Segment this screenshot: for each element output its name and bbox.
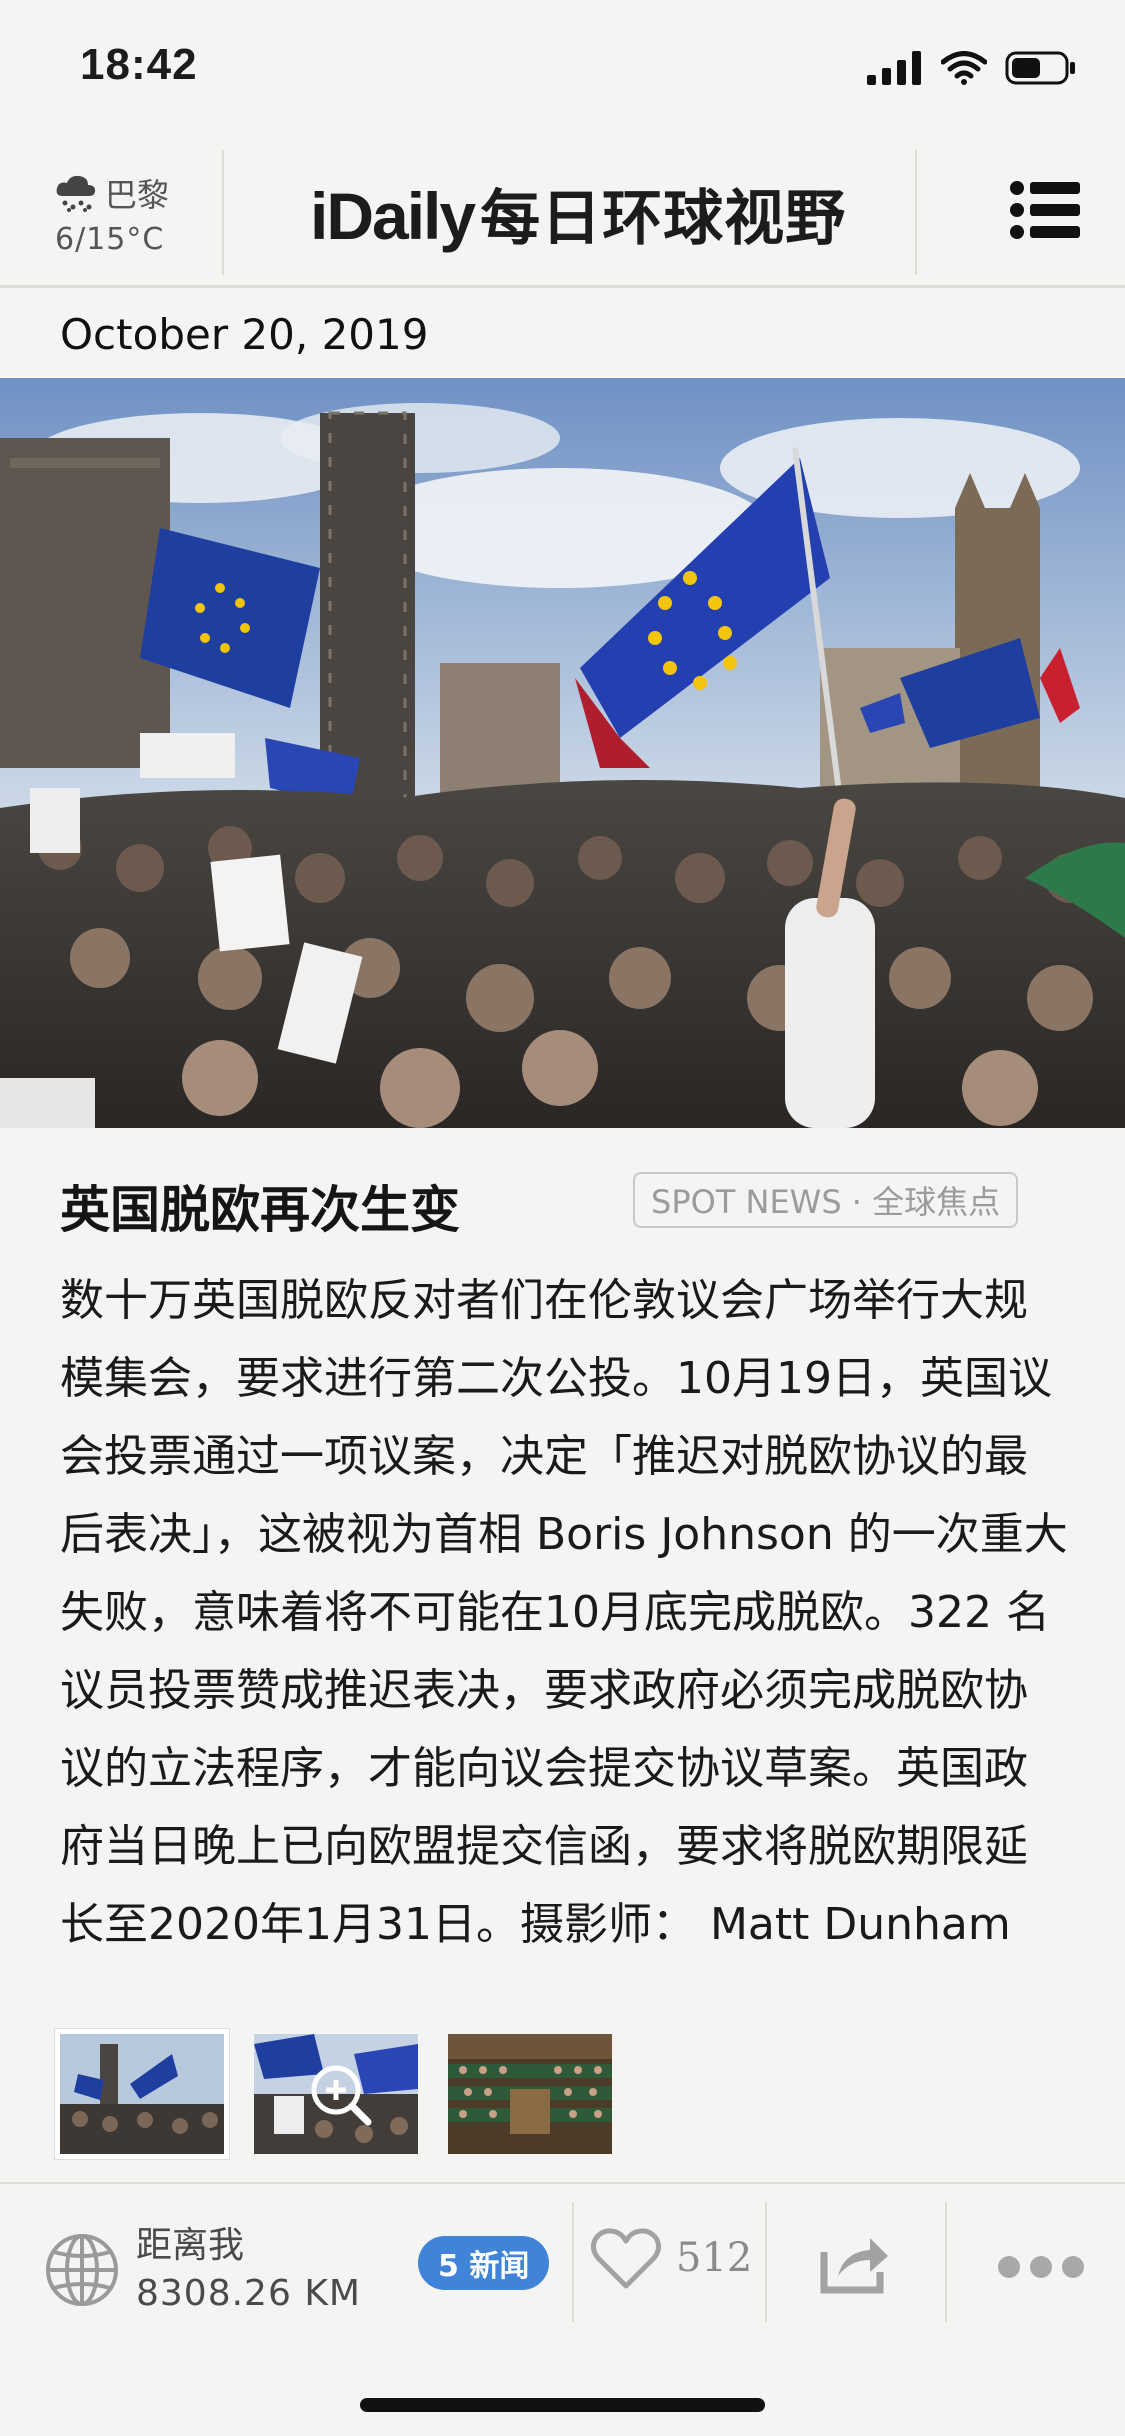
toolbar-divider-1: [572, 2202, 574, 2322]
article-title: 英国脱欧再次生变: [60, 1181, 460, 1239]
app-header: 巴黎 6/15°C iDaily 每日环球视野: [0, 140, 1125, 288]
thumb-parliament-chamber[interactable]: [448, 2034, 612, 2154]
status-time: 18:42: [80, 40, 198, 89]
hero-photo[interactable]: [0, 378, 1125, 1128]
status-icons: [867, 50, 1077, 86]
news-count-badge[interactable]: 5 新闻: [418, 2236, 550, 2290]
weather-city: 巴黎: [105, 176, 170, 214]
globe-icon: [46, 2234, 118, 2306]
distance-value: 8308.26 KM: [136, 2273, 361, 2314]
category-tag[interactable]: SPOT NEWS · 全球焦点: [633, 1172, 1019, 1228]
menu-button[interactable]: [1010, 180, 1080, 240]
weather-temperature: 6/15°C: [55, 222, 165, 257]
toolbar-divider-2: [765, 2202, 767, 2322]
article-body: 数十万英国脱欧反对者们在伦敦议会广场举行大规模集会，要求进行第二次公投。10月1…: [60, 1275, 1068, 1950]
wifi-icon: [941, 51, 987, 85]
like-button[interactable]: 512: [590, 2226, 752, 2290]
more-button[interactable]: [998, 2256, 1084, 2278]
snow-cloud-icon: [56, 175, 96, 212]
header-divider-left: [222, 150, 224, 275]
thumb-eu-flags-zoom[interactable]: [254, 2034, 418, 2154]
status-bar: 18:42: [0, 0, 1125, 140]
share-icon: [820, 2238, 888, 2294]
more-dots-icon: [998, 2256, 1084, 2278]
thumbnail-strip: [55, 2029, 612, 2159]
signal-icon: [867, 51, 921, 85]
app-logo: iDaily 每日环球视野: [310, 170, 846, 257]
distance-widget[interactable]: 距离我 8308.26 KM: [44, 2222, 361, 2318]
share-button[interactable]: [818, 2230, 890, 2298]
like-count: 512: [676, 2235, 753, 2281]
heart-icon: [590, 2228, 662, 2289]
bottom-toolbar: 距离我 8308.26 KM 5 新闻 512: [0, 2182, 1125, 2372]
thumb-protest-crowd[interactable]: [55, 2029, 229, 2159]
home-indicator[interactable]: [360, 2398, 765, 2412]
distance-label: 距离我: [136, 2225, 245, 2266]
header-divider-right: [915, 150, 917, 275]
battery-icon: [1005, 51, 1075, 85]
brand-latin: iDaily: [310, 179, 476, 253]
weather-widget[interactable]: 巴黎 6/15°C: [55, 170, 205, 257]
brand-cjk: 每日环球视野: [480, 184, 847, 254]
issue-date: October 20, 2019: [60, 310, 429, 359]
list-menu-icon: [1010, 181, 1080, 239]
toolbar-divider-3: [945, 2202, 947, 2322]
